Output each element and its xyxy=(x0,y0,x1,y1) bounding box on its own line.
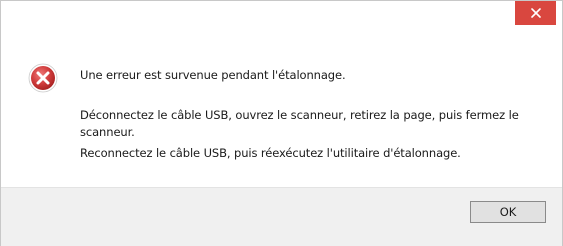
error-dialog: Une erreur est survenue pendant l'étalon… xyxy=(0,0,563,246)
error-message-reconnect: Reconnectez le câble USB, puis réexécute… xyxy=(80,146,461,160)
dialog-content: Une erreur est survenue pendant l'étalon… xyxy=(1,33,562,187)
close-icon xyxy=(530,8,541,18)
error-message-instruction: Déconnectez le câble USB, ouvrez le scan… xyxy=(80,108,519,139)
button-bar: OK xyxy=(1,187,562,246)
close-button[interactable] xyxy=(515,1,556,25)
error-icon xyxy=(28,63,58,93)
error-message-title: Une erreur est survenue pendant l'étalon… xyxy=(80,68,346,82)
ok-button[interactable]: OK xyxy=(470,201,546,223)
title-bar xyxy=(1,1,562,33)
